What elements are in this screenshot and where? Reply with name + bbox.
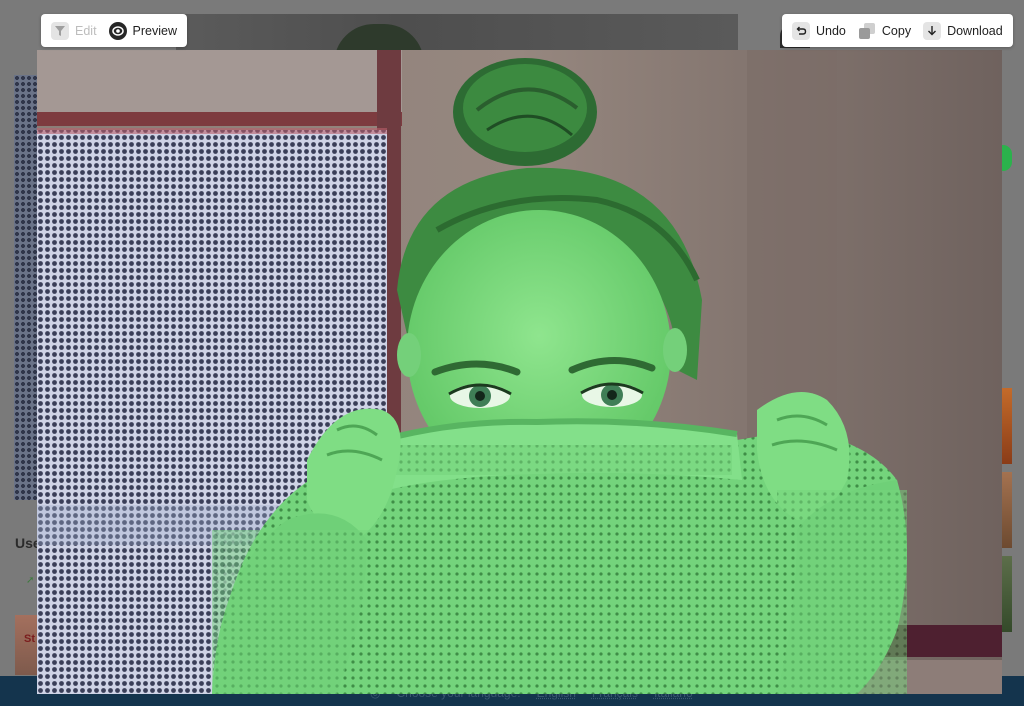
download-button[interactable]: Download <box>919 19 1007 43</box>
copy-button[interactable]: Copy <box>854 19 915 43</box>
undo-button[interactable]: Undo <box>788 19 850 43</box>
funnel-icon <box>51 21 69 40</box>
background-thumbnail <box>176 14 738 64</box>
background-card-text: St <box>24 633 35 645</box>
background-card-right <box>1002 388 1012 464</box>
preview-button-label: Preview <box>132 23 178 38</box>
background-card-right <box>1002 472 1012 548</box>
edit-button-label: Edit <box>75 23 97 38</box>
preview-button[interactable]: Preview <box>105 19 181 43</box>
undo-icon <box>792 21 810 40</box>
undo-button-label: Undo <box>816 23 846 38</box>
edit-button[interactable]: Edit <box>47 19 101 43</box>
download-icon <box>923 21 942 40</box>
download-button-label: Download <box>947 23 1003 38</box>
background-arrow-icon: ➚ <box>26 575 35 586</box>
background-card-right <box>1002 556 1012 632</box>
eye-icon <box>108 21 127 40</box>
view-mode-toolbar: Edit Preview <box>41 14 188 47</box>
preview-image <box>37 50 1002 694</box>
copy-icon <box>858 22 876 40</box>
background-card: St <box>15 615 37 675</box>
background-image-strip <box>14 75 38 500</box>
actions-toolbar: Undo Copy Download <box>782 14 1013 47</box>
copy-button-label: Copy <box>881 23 912 38</box>
